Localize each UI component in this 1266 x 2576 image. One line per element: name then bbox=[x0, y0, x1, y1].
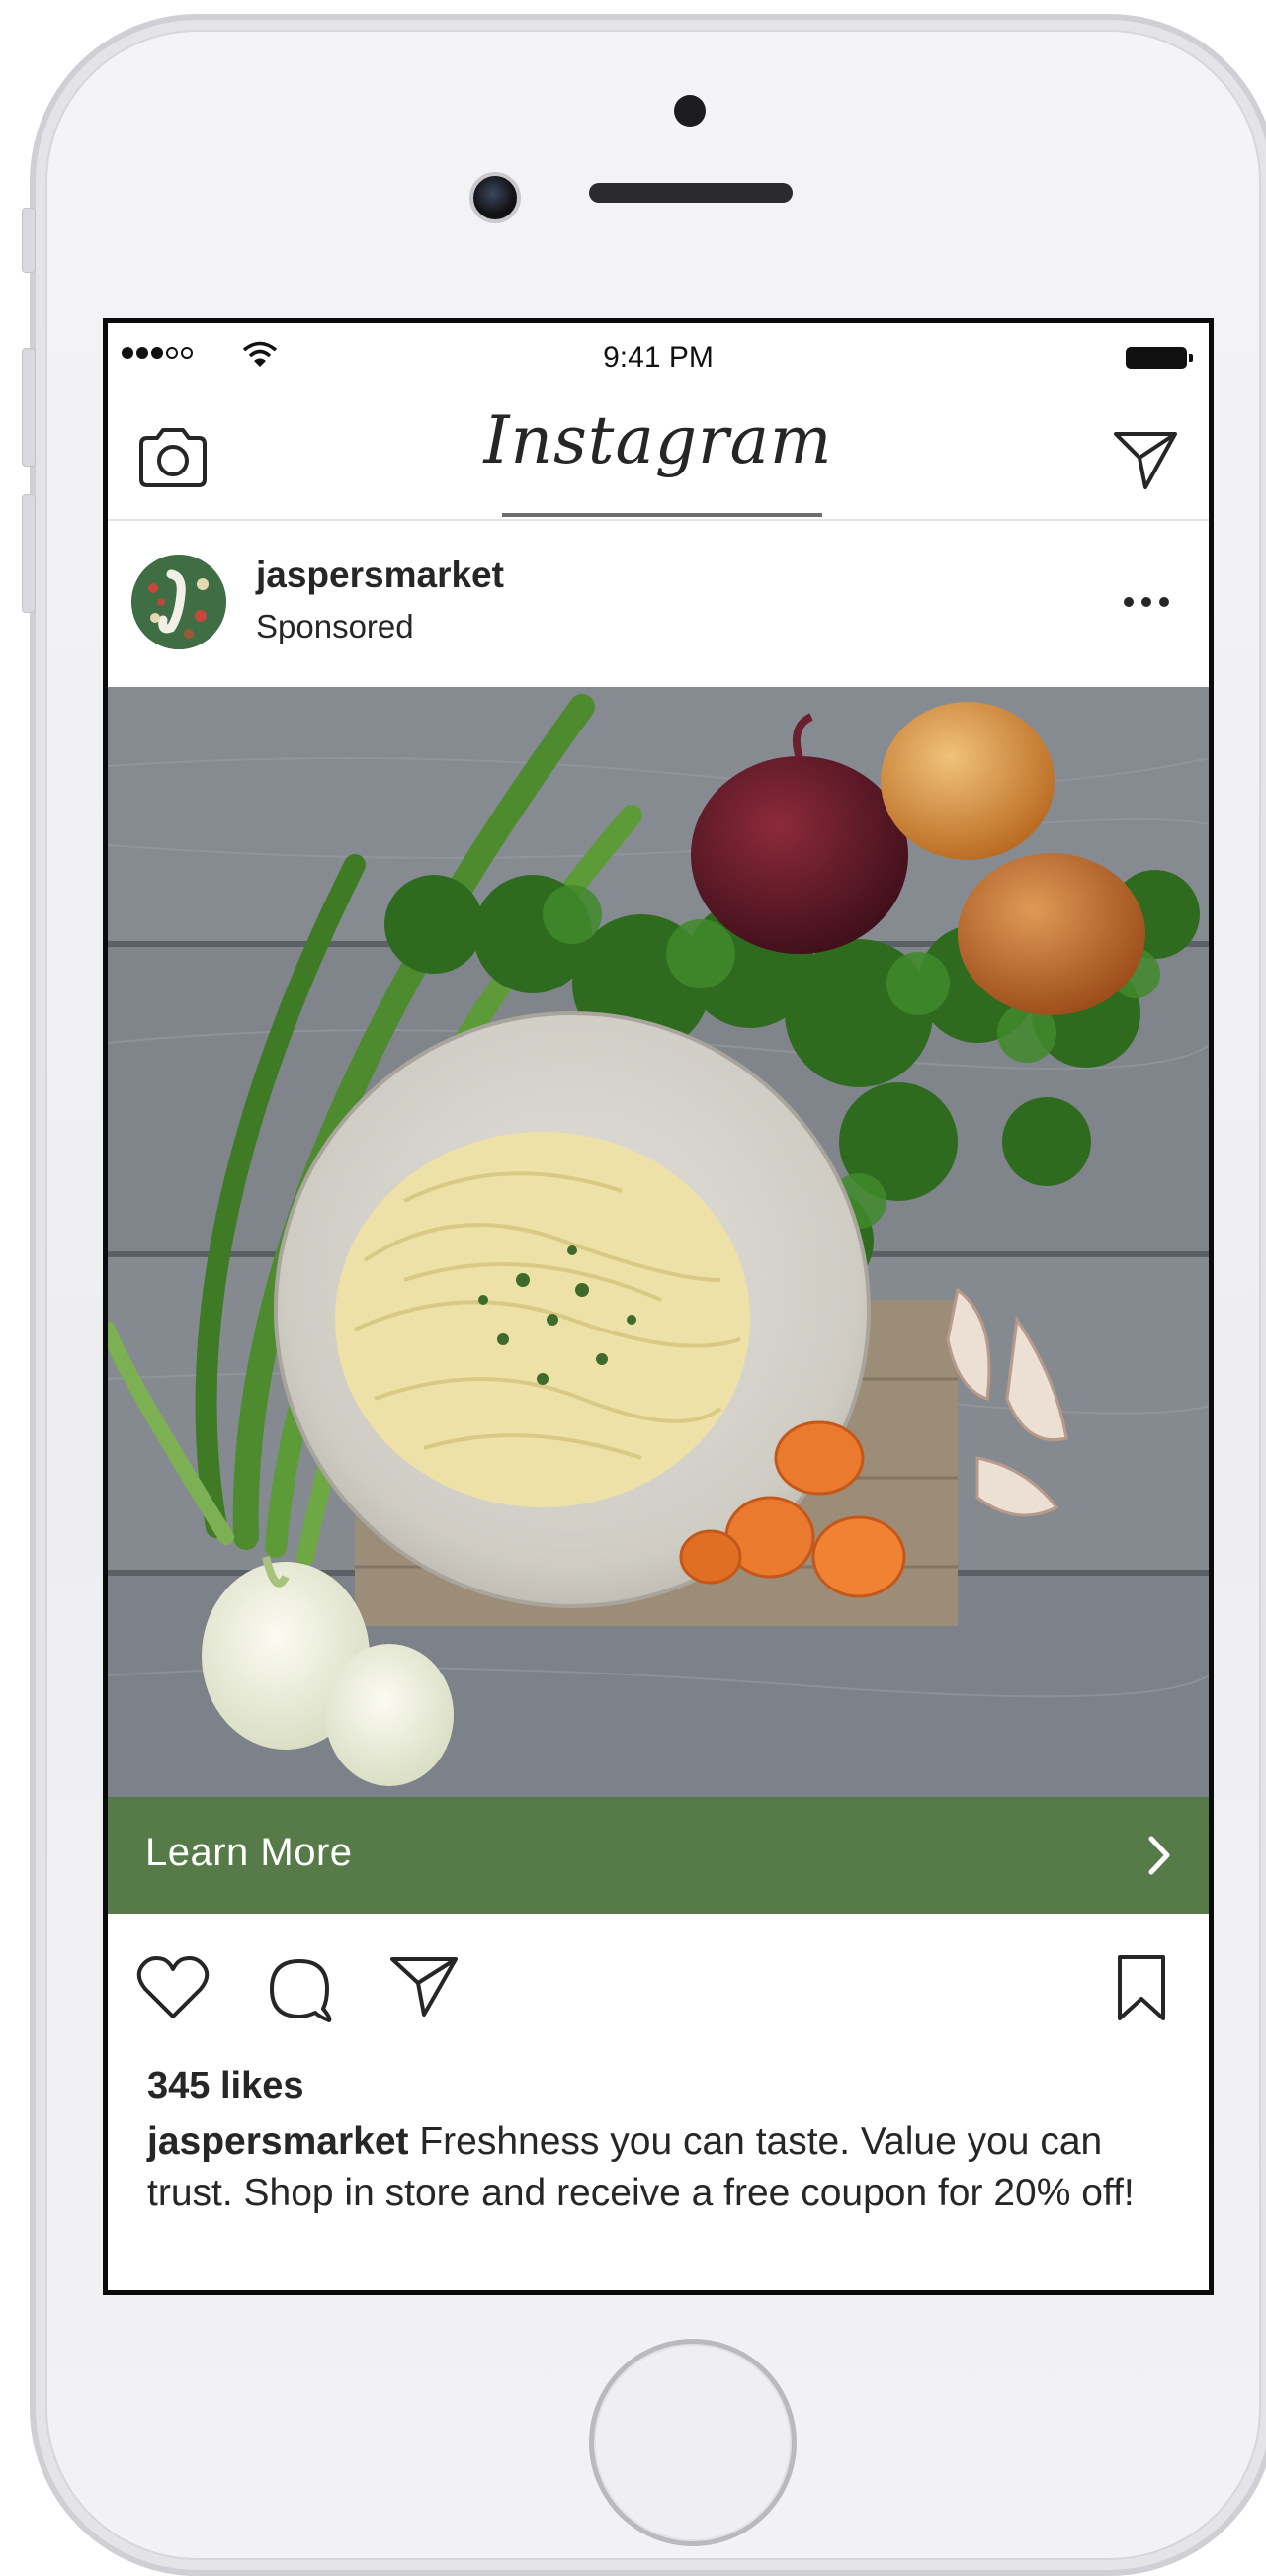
earpiece-speaker bbox=[589, 183, 793, 203]
mute-switch[interactable] bbox=[22, 208, 36, 273]
bookmark-icon[interactable] bbox=[1114, 1953, 1169, 2022]
heart-icon[interactable] bbox=[135, 1953, 211, 2022]
status-time: 9:41 PM bbox=[603, 341, 714, 374]
sponsored-label: Sponsored bbox=[256, 608, 414, 644]
ellipsis-icon[interactable] bbox=[1120, 582, 1173, 622]
status-bar: 9:41 PM bbox=[108, 323, 1209, 383]
logo-underline bbox=[502, 513, 822, 517]
comment-icon[interactable] bbox=[264, 1953, 335, 2024]
front-camera bbox=[469, 172, 521, 223]
likes-count[interactable]: 345 likes bbox=[147, 2065, 303, 2107]
volume-up-button[interactable] bbox=[22, 348, 36, 467]
battery-icon bbox=[1126, 347, 1193, 369]
app-logo: Instagram bbox=[483, 402, 833, 478]
proximity-sensor bbox=[674, 95, 706, 127]
post-header: jaspersmarket Sponsored bbox=[108, 521, 1209, 687]
avatar[interactable] bbox=[131, 555, 226, 649]
post-caption: jaspersmarket Freshness you can taste. V… bbox=[147, 2116, 1185, 2219]
caption-username[interactable]: jaspersmarket bbox=[147, 2120, 409, 2163]
post-username[interactable]: jaspersmarket bbox=[256, 555, 504, 596]
home-button[interactable] bbox=[589, 2339, 797, 2546]
chevron-right-icon bbox=[1148, 1836, 1170, 1875]
phone-screen: 9:41 PM Instagram jaspersmarket Sponsore… bbox=[103, 318, 1214, 2295]
post-actions bbox=[108, 1914, 1209, 2062]
learn-more-button[interactable]: Learn More bbox=[108, 1797, 1209, 1914]
cta-label: Learn More bbox=[145, 1831, 353, 1874]
direct-message-icon[interactable] bbox=[1112, 428, 1179, 491]
volume-down-button[interactable] bbox=[22, 494, 36, 613]
share-icon[interactable] bbox=[388, 1953, 460, 2020]
nav-bar: Instagram bbox=[108, 383, 1209, 521]
post-image[interactable] bbox=[108, 687, 1214, 1797]
